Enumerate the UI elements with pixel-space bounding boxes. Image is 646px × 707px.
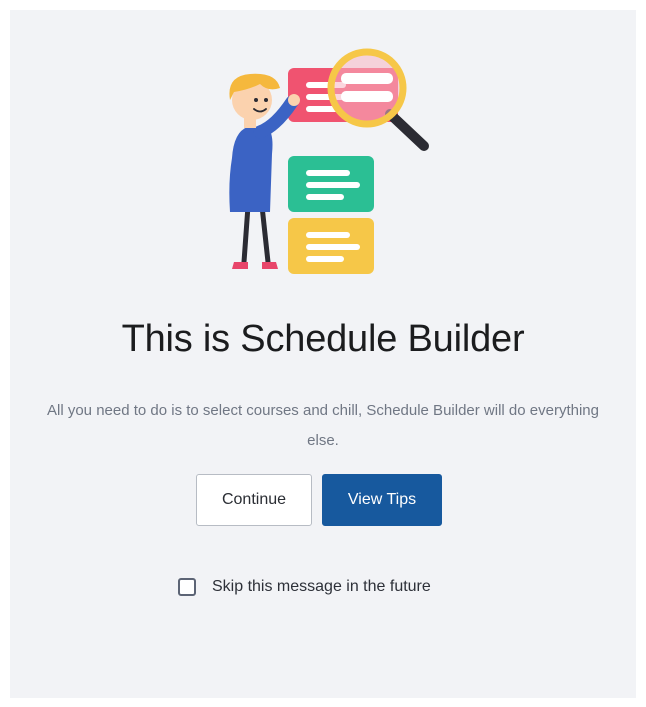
- continue-button[interactable]: Continue: [196, 474, 312, 526]
- dialog-description: All you need to do is to select courses …: [47, 402, 599, 449]
- view-tips-button[interactable]: View Tips: [322, 474, 442, 526]
- onboarding-dialog: This is Schedule Builder All you need to…: [10, 10, 636, 698]
- person-inspecting-cards-illustration: [229, 48, 429, 274]
- skip-message-option[interactable]: Skip this message in the future: [178, 575, 431, 599]
- skip-checkbox-label[interactable]: Skip this message in the future: [212, 578, 431, 596]
- person-body: [229, 126, 273, 212]
- magnifier-icon: [327, 48, 407, 128]
- dialog-title: This is Schedule Builder: [121, 318, 525, 360]
- skip-checkbox[interactable]: [178, 578, 196, 596]
